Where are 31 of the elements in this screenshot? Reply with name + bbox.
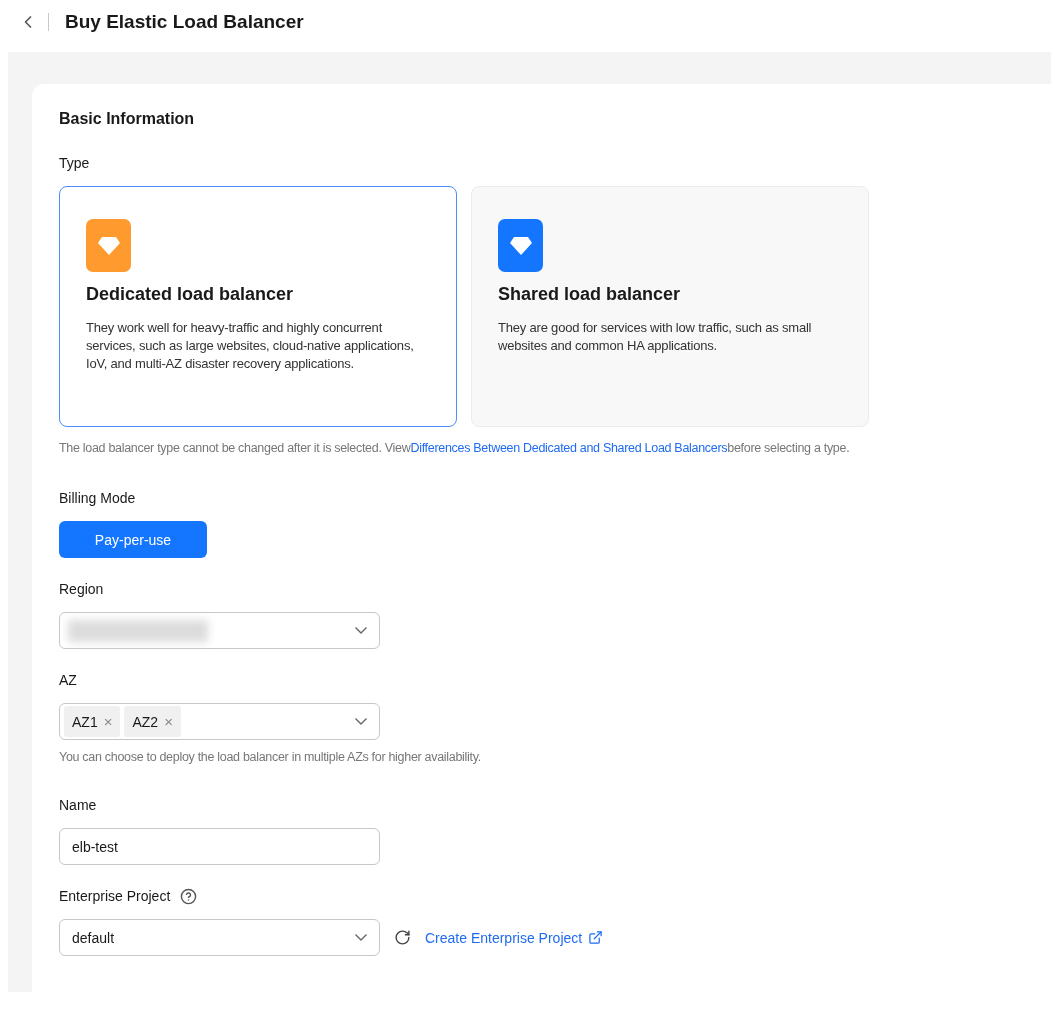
billing-mode-button[interactable]: Pay-per-use — [59, 521, 207, 558]
help-icon[interactable] — [180, 887, 198, 905]
chevron-down-icon — [355, 718, 367, 725]
section-title: Basic Information — [59, 110, 196, 128]
page-title: Buy Elastic Load Balancer — [65, 11, 304, 33]
field-label: Type — [59, 154, 91, 172]
diamond-icon — [509, 235, 532, 256]
name-input[interactable]: elb-test — [59, 828, 380, 865]
option-title: Shared load balancer — [498, 284, 682, 305]
az-tag: AZ2 × — [124, 706, 181, 737]
create-enterprise-project-link[interactable]: Create Enterprise Project — [425, 929, 604, 946]
diamond-icon — [97, 235, 120, 256]
refresh-icon[interactable] — [394, 929, 411, 946]
field-label: Name — [59, 796, 98, 814]
differences-link[interactable]: Differences Between Dedicated and Shared Load Balancers — [410, 441, 728, 455]
option-title: Dedicated load balancer — [86, 284, 295, 305]
type-option-card[interactable]: Shared load balancer They are good for services with low traffic, such as small websites and common HA applications. — [471, 186, 869, 427]
chevron-down-icon — [355, 934, 367, 941]
chevron-down-icon — [355, 627, 367, 634]
field-label: Region — [59, 580, 105, 598]
field-label: Billing Mode — [59, 489, 137, 507]
external-link-icon — [588, 930, 604, 945]
type-hint: The load balancer type cannot be changed after it is selected. ViewDifferences Between Dedicated and Shared Load Balancersbefore selecting a type. — [59, 441, 851, 455]
az-tag: AZ1 × — [64, 706, 121, 737]
field-label: AZ — [59, 671, 78, 689]
az-hint: You can choose to deploy the load balancer in multiple AZs for higher availability. — [59, 750, 482, 764]
type-option-card[interactable]: Dedicated load balancer They work well for heavy-traffic and highly concurrent services, such as large websites, cloud-native applications, IoV, and multi-AZ disaster recovery applications. — [59, 186, 457, 427]
enterprise-project-select[interactable]: default — [59, 919, 380, 956]
option-description: They are good for services with low traffic, such as small websites and common HA applications. — [498, 319, 813, 355]
field-label: Enterprise Project — [59, 888, 171, 904]
option-description: They work well for heavy-traffic and highly concurrent services, such as large websites, cloud-native applications, IoV, and multi-AZ disaster recovery applications. — [86, 319, 415, 373]
